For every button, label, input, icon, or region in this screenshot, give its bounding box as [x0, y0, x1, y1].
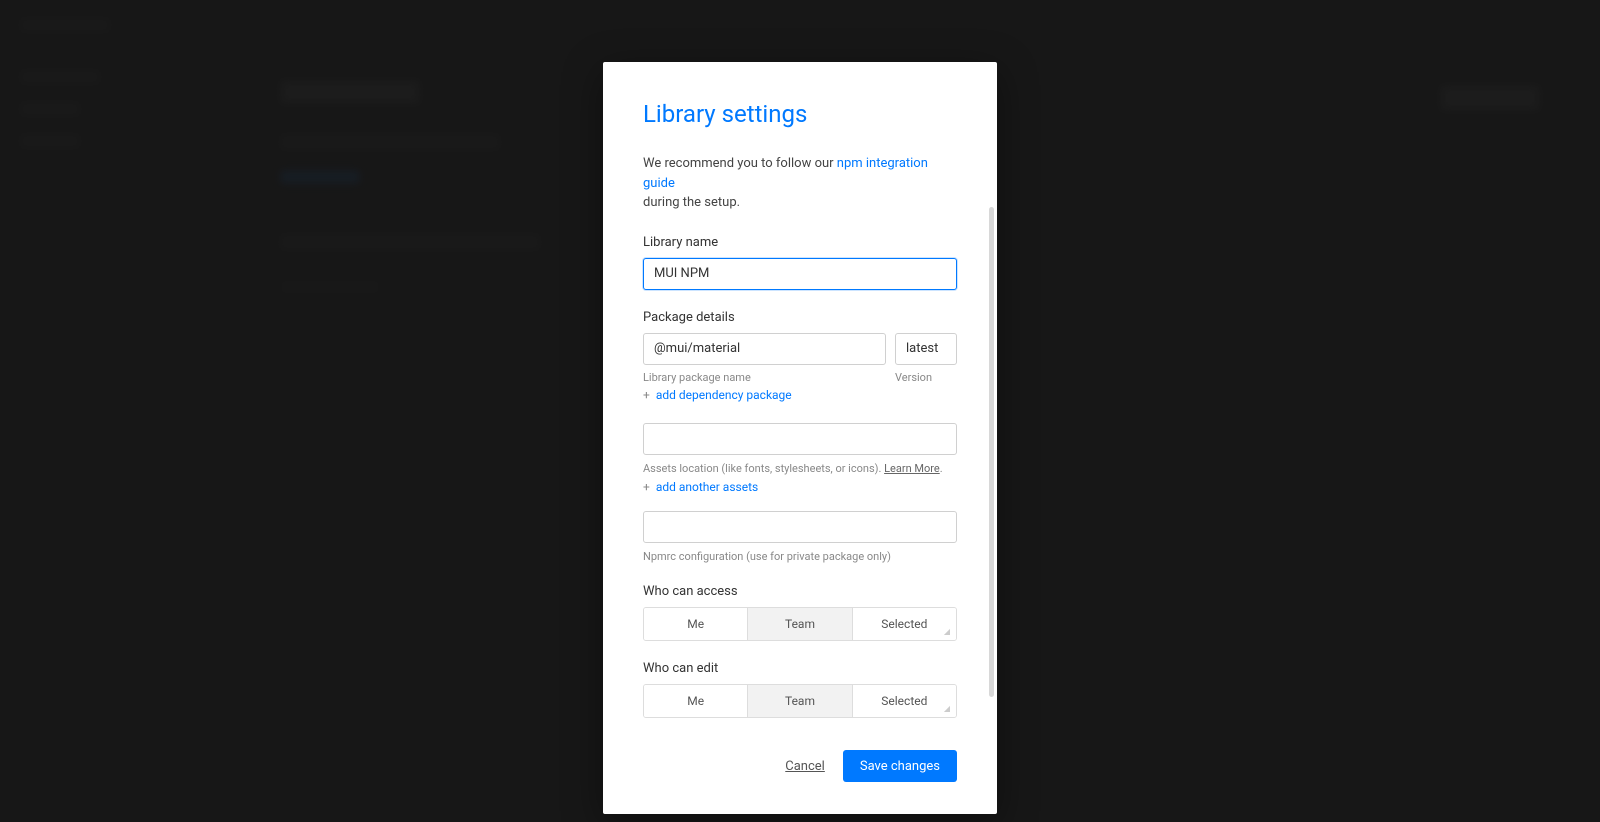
access-label: Who can access	[643, 584, 957, 599]
package-name-input[interactable]	[643, 333, 886, 365]
npmrc-helper: Npmrc configuration (use for private pac…	[643, 549, 957, 564]
package-name-sublabel: Library package name	[643, 371, 886, 384]
access-segment-group: Me Team Selected ◢	[643, 607, 957, 641]
save-changes-button[interactable]: Save changes	[843, 750, 957, 782]
package-details-label: Package details	[643, 310, 957, 325]
edit-option-me[interactable]: Me	[644, 685, 748, 717]
intro-prefix: We recommend you to follow our	[643, 156, 837, 171]
assets-helper: Assets location (like fonts, stylesheets…	[643, 461, 957, 476]
cancel-button[interactable]: Cancel	[785, 759, 825, 774]
edit-label: Who can edit	[643, 661, 957, 676]
access-option-me[interactable]: Me	[644, 608, 748, 640]
edit-option-team[interactable]: Team	[748, 685, 852, 717]
access-option-selected[interactable]: Selected ◢	[853, 608, 956, 640]
add-dependency-link[interactable]: + add dependency package	[643, 388, 792, 402]
npmrc-input[interactable]	[643, 511, 957, 543]
intro-suffix: during the setup.	[643, 195, 740, 210]
modal-scrollbar[interactable]	[989, 207, 994, 697]
dropdown-indicator-icon: ◢	[944, 627, 950, 636]
edit-option-selected[interactable]: Selected ◢	[853, 685, 956, 717]
package-version-input[interactable]	[895, 333, 957, 365]
edit-segment-group: Me Team Selected ◢	[643, 684, 957, 718]
assets-learn-more-link[interactable]: Learn More	[884, 462, 940, 475]
modal-title: Library settings	[643, 100, 957, 128]
access-selected-label: Selected	[881, 617, 927, 631]
library-name-label: Library name	[643, 235, 957, 250]
dropdown-indicator-icon: ◢	[944, 704, 950, 713]
library-name-input[interactable]	[643, 258, 957, 290]
plus-icon: +	[643, 480, 650, 494]
npmrc-group: Npmrc configuration (use for private pac…	[643, 511, 957, 564]
modal-overlay[interactable]: Library settings We recommend you to fol…	[0, 0, 1600, 822]
plus-icon: +	[643, 388, 650, 402]
package-version-sublabel: Version	[895, 371, 957, 384]
assets-helper-suffix: .	[940, 462, 943, 475]
package-details-group: Package details Library package name Ver…	[643, 310, 957, 403]
library-settings-modal: Library settings We recommend you to fol…	[603, 62, 997, 814]
intro-text: We recommend you to follow our npm integ…	[643, 154, 957, 213]
assets-location-input[interactable]	[643, 423, 957, 455]
assets-group: Assets location (like fonts, stylesheets…	[643, 423, 957, 495]
assets-helper-prefix: Assets location (like fonts, stylesheets…	[643, 462, 884, 475]
add-assets-link[interactable]: + add another assets	[643, 480, 758, 494]
add-assets-text: add another assets	[656, 480, 758, 494]
edit-group: Who can edit Me Team Selected ◢	[643, 661, 957, 718]
edit-selected-label: Selected	[881, 694, 927, 708]
access-option-team[interactable]: Team	[748, 608, 852, 640]
library-name-group: Library name	[643, 235, 957, 290]
modal-footer: Cancel Save changes	[643, 750, 957, 782]
access-group: Who can access Me Team Selected ◢	[643, 584, 957, 641]
add-dependency-text: add dependency package	[656, 388, 792, 402]
